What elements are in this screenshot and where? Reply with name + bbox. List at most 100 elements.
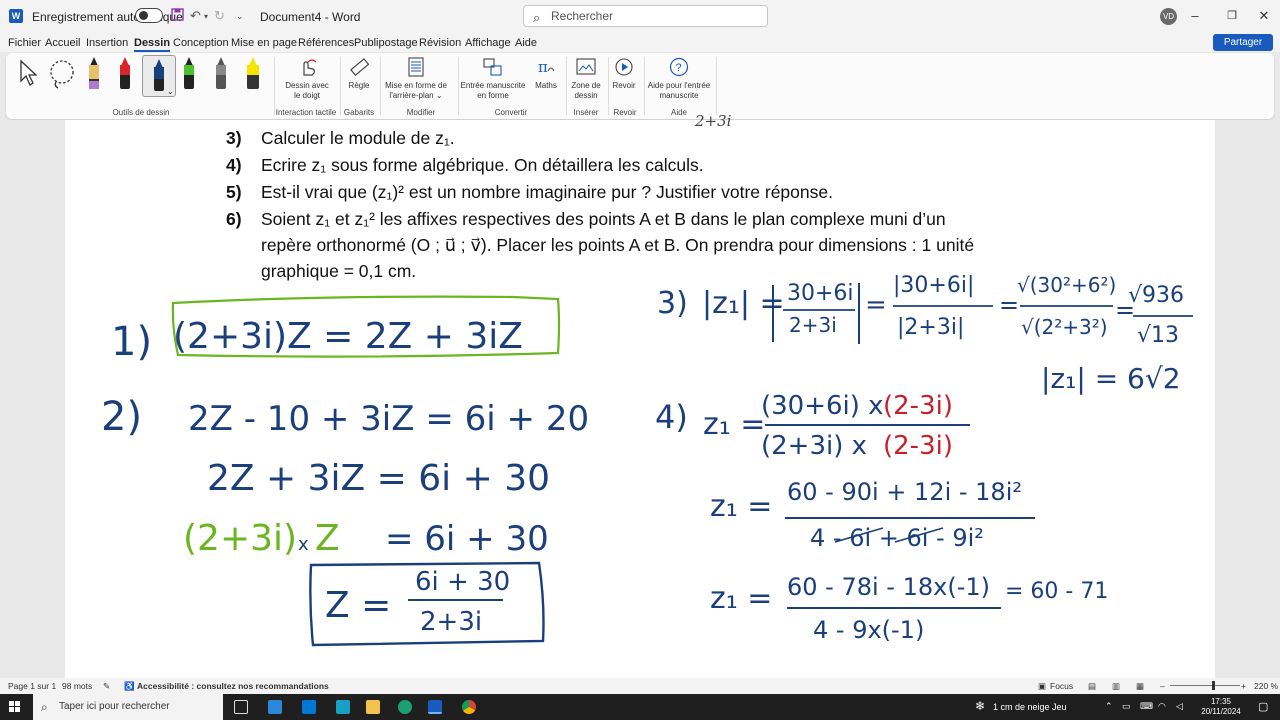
edge-browser-icon[interactable] — [398, 700, 412, 714]
lasso-select-icon[interactable] — [46, 58, 78, 95]
ink-replay-button[interactable]: Revoir — [608, 57, 640, 91]
page-count[interactable]: Page 1 sur 1 — [8, 681, 56, 691]
customize-qat-icon[interactable]: ⌄ — [236, 11, 244, 22]
answer-3-eq1: = — [865, 290, 887, 320]
highlighter-yellow-icon[interactable] — [247, 57, 259, 89]
pencil-gray-icon[interactable] — [215, 57, 227, 89]
ink-to-shape-label-2: en forme — [477, 91, 509, 100]
teams-icon[interactable] — [302, 700, 316, 714]
windows-start-icon[interactable] — [9, 701, 21, 713]
tab-conception[interactable]: Conception — [173, 37, 229, 49]
pen-options-chevron-down-icon[interactable]: ⌄ — [167, 87, 174, 96]
undo-dropdown-icon[interactable]: ▾ — [204, 12, 208, 21]
ink-layer: 1) (2+3i)Z = 2Z + 3iZ 2) 2Z - 10 + 3iZ =… — [101, 273, 1193, 647]
web-layout-icon[interactable]: ▦ — [1136, 681, 1144, 692]
tray-chevron-up-icon[interactable]: ⌃ — [1105, 701, 1113, 712]
zoom-level[interactable]: 220 % — [1254, 681, 1278, 691]
tab-aide[interactable]: Aide — [515, 37, 537, 49]
tab-accueil[interactable]: Accueil — [45, 37, 80, 49]
save-icon[interactable] — [171, 8, 184, 24]
status-bar: Page 1 sur 1 98 mots ✎ ♿ Accessibilité :… — [0, 678, 1280, 694]
read-mode-icon[interactable]: ▤ — [1088, 681, 1096, 692]
group-label-touch: Interaction tactile — [275, 108, 337, 117]
answer-2-z: Z — [315, 518, 340, 559]
ink-help-button[interactable]: ? Aide pour l'entrée manuscrite — [646, 57, 712, 101]
task-view-icon[interactable] — [234, 700, 248, 714]
focus-icon[interactable]: ▣ — [1038, 681, 1046, 692]
tab-fichier[interactable]: Fichier — [8, 37, 41, 49]
autosave-toggle[interactable] — [135, 8, 163, 23]
widgets-icon[interactable] — [268, 700, 282, 714]
wifi-icon[interactable]: ◠ — [1158, 701, 1166, 712]
draw-with-touch-button[interactable]: Dessin avec le doigt — [279, 57, 335, 101]
svg-text:?: ? — [676, 62, 682, 74]
print-layout-icon[interactable]: ▥ — [1112, 681, 1120, 692]
close-icon[interactable]: ✕ — [1254, 8, 1274, 24]
document-page[interactable]: 2+3i 3) Calculer le module de z₁. 4) Ecr… — [65, 112, 1215, 678]
tab-dessin[interactable]: Dessin — [134, 37, 171, 52]
background-format-label-1: Mise en forme de — [385, 81, 447, 90]
background-format-button[interactable]: Mise en forme de l'arrière-plan ⌄ — [382, 57, 450, 101]
answer-4-l2-num: 60 - 90i + 12i - 18i² — [787, 478, 1022, 506]
redo-icon[interactable]: ↻ — [214, 8, 225, 24]
tab-publipostage[interactable]: Publipostage — [354, 37, 418, 49]
answer-2-label: 2) — [101, 394, 142, 440]
chrome-browser-icon[interactable] — [462, 700, 476, 714]
pen-purple-icon[interactable] — [88, 57, 100, 89]
proofing-icon[interactable]: ✎ — [103, 681, 110, 692]
answer-2-line-3-rhs: = 6i + 30 — [385, 519, 549, 559]
file-explorer-icon[interactable] — [366, 700, 380, 714]
zoom-in-icon[interactable]: + — [1241, 681, 1246, 691]
undo-icon[interactable]: ↶ — [190, 8, 201, 24]
taskbar-clock[interactable]: 17:35 20/11/2024 — [1196, 697, 1246, 717]
accessibility-status[interactable]: Accessibilité : consultez nos recommanda… — [137, 681, 329, 691]
pen-red-icon[interactable] — [119, 57, 131, 89]
notification-icon[interactable]: ▢ — [1258, 700, 1268, 713]
answer-2-line-2: 2Z + 3iZ = 6i + 30 — [207, 458, 550, 499]
ink-help-label-1: Aide pour l'entrée — [647, 81, 711, 90]
result-denominator: 2+3i — [420, 607, 482, 637]
avatar[interactable]: VD — [1160, 8, 1177, 25]
answer-4-l2-den: 4 - 6i + 6i - 9i² — [810, 524, 984, 552]
minimize-icon[interactable]: – — [1185, 8, 1205, 23]
mail-icon[interactable] — [336, 700, 350, 714]
group-label-insert: Insérer — [573, 108, 599, 117]
pen-green-icon[interactable] — [183, 57, 195, 89]
tab-affichage[interactable]: Affichage — [465, 37, 511, 49]
select-arrow-icon[interactable] — [18, 59, 40, 92]
word-logo-icon: W — [9, 9, 23, 23]
word-count[interactable]: 98 mots — [62, 681, 92, 691]
draw-with-touch-label-2: le doigt — [294, 91, 320, 100]
tab-references[interactable]: Références — [298, 37, 354, 49]
network-icon[interactable]: ▭ — [1122, 701, 1131, 712]
result-numerator: 6i + 30 — [415, 567, 510, 597]
title-bar: W Enregistrement automatique ↶ ▾ ↻ ⌄ Doc… — [0, 0, 1280, 32]
zoom-slider-thumb[interactable] — [1212, 681, 1215, 690]
drawing-canvas-button[interactable]: Zone de dessin — [567, 57, 605, 101]
zoom-slider-track[interactable] — [1170, 685, 1240, 686]
ruler-button[interactable]: Règle — [343, 57, 375, 91]
answer-1-equation: (2+3i)Z = 2Z + 3iZ — [173, 316, 523, 357]
ink-to-shape-button[interactable]: Entrée manuscrite en forme — [458, 57, 528, 101]
tab-mise-en-page[interactable]: Mise en page — [231, 37, 297, 49]
math-button[interactable]: π Maths — [530, 57, 562, 91]
volume-icon[interactable]: ◁ — [1176, 701, 1183, 712]
zoom-out-icon[interactable]: – — [1160, 681, 1165, 691]
taskbar-search[interactable]: ⌕ Taper ici pour rechercher — [33, 694, 223, 720]
weather-icon[interactable]: ❄ — [975, 699, 985, 713]
keyboard-icon[interactable]: ⌨ — [1140, 701, 1153, 712]
chevron-down-icon: ⌄ — [435, 91, 443, 100]
restore-icon[interactable]: ❐ — [1222, 9, 1242, 22]
weather-text[interactable]: 1 cm de neige Jeu — [993, 702, 1067, 712]
clock-date: 20/11/2024 — [1201, 707, 1241, 716]
tab-insertion[interactable]: Insertion — [86, 37, 128, 49]
answer-3-f3-den: √(2²+3²) — [1021, 315, 1108, 339]
search-box[interactable]: ⌕ Rechercher — [523, 5, 768, 27]
tab-revision[interactable]: Révision — [419, 37, 461, 49]
share-button[interactable]: Partager — [1213, 34, 1273, 51]
word-taskbar-icon[interactable] — [428, 700, 442, 714]
drawing-canvas-label-1: Zone de — [571, 81, 601, 90]
answer-3-f2-den: |2+3i| — [897, 315, 964, 340]
pen-blue-selected-icon[interactable]: ⌄ — [142, 55, 176, 97]
focus-label[interactable]: Focus — [1050, 681, 1073, 691]
